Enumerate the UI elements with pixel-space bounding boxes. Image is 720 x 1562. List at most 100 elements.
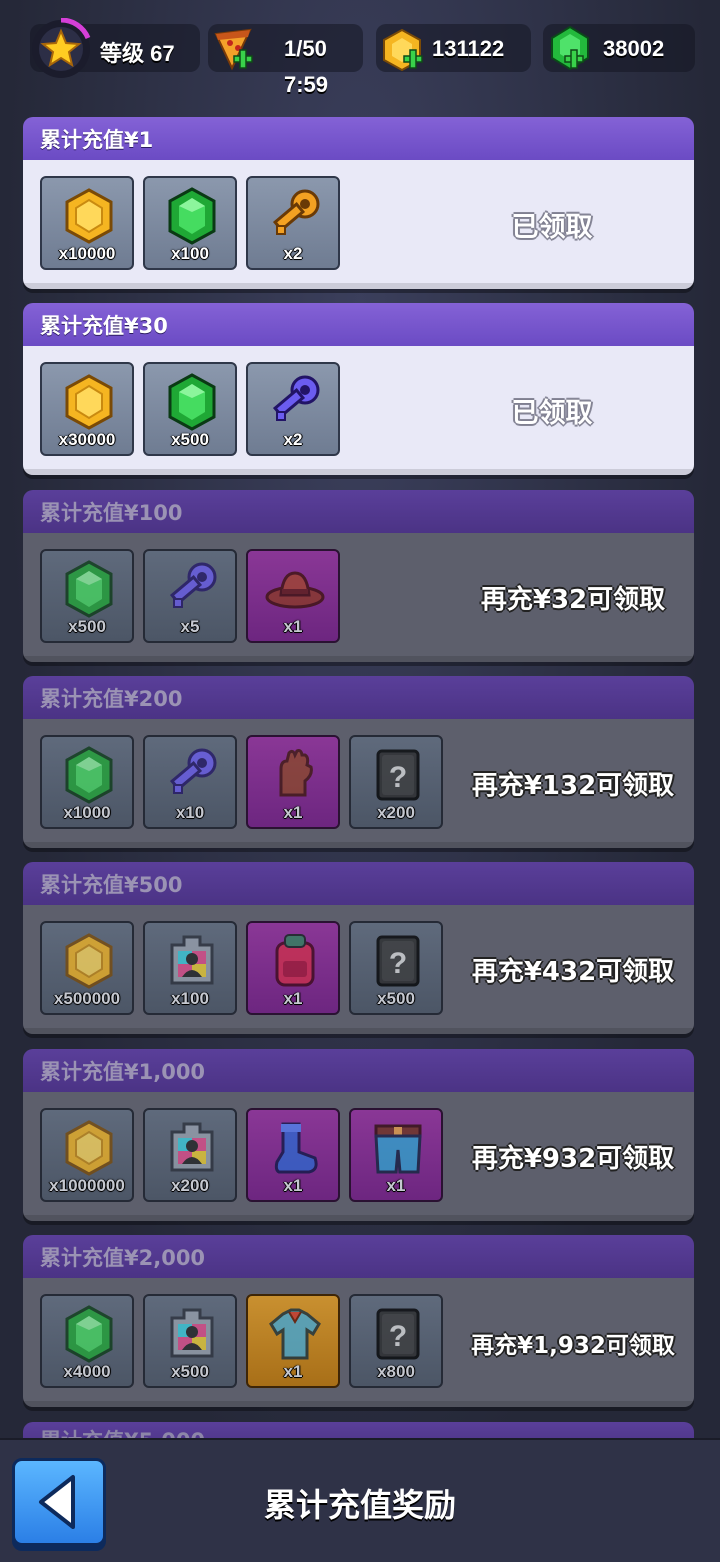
reward-slot[interactable]: x10000 [40,176,134,270]
reward-quantity: x500 [171,1362,209,1381]
requirement-status[interactable]: 再充¥432可领取 [463,905,683,1034]
reward-slot[interactable]: x2 [246,176,340,270]
reward-quantity: x1000 [63,803,111,822]
svg-text:?: ? [389,761,407,794]
reward-quantity: x5 [180,617,200,636]
mystery-card-icon: ? [376,749,420,801]
reward-slot[interactable]: x1 [246,735,340,829]
reward-quantity: x1 [283,989,303,1008]
reward-slot[interactable]: x500 [143,362,237,456]
reward-slot[interactable]: x1 [246,1108,340,1202]
reward-slot[interactable]: ? x800 [349,1294,443,1388]
reward-slot[interactable]: x500 [40,549,134,643]
reward-slot[interactable]: x2 [246,362,340,456]
reward-tier-card: 累计充值¥30 x30000 x500 x2 已领取 [23,303,694,475]
tier-title: 累计充值¥1 [23,117,694,160]
top-resource-bar: 等级 67 1/50 7:59 131122 38002 [0,0,720,100]
reward-quantity: x200 [171,1176,209,1195]
page-title: 累计充值奖励 [263,1486,456,1524]
tier-body: x10000 x100 x2 已领取 [23,160,694,289]
tier-body: x500 x5 x1 再充¥32可领取 [23,533,694,662]
reward-slot[interactable]: ? x500 [349,921,443,1015]
svg-text:?: ? [389,947,407,980]
energy-timer: 7:59 [284,72,329,97]
reward-slot[interactable]: x30000 [40,362,134,456]
purple-key-icon [272,375,320,421]
coin-count: 131122 [432,36,505,61]
boot-icon [274,1122,318,1174]
rainbow-token-icon [170,1122,214,1172]
pants-icon [374,1124,422,1174]
reward-tier-card: 累计充值¥1 x10000 x100 x2 已领取 [23,117,694,289]
tier-title: 累计充值¥100 [23,490,694,533]
gem-icon [65,560,113,618]
reward-quantity: x2 [283,430,303,449]
reward-slot[interactable]: x1 [246,549,340,643]
requirement-status[interactable]: 再充¥32可领取 [463,533,683,662]
reward-quantity: x100 [171,989,209,1008]
svg-text:?: ? [389,1320,407,1353]
tier-body: x1000000 x200 x1 x1 再充¥932可领取 [23,1092,694,1221]
gem-icon [168,373,216,431]
bottom-bar: 累计充值奖励 [0,1438,720,1562]
tier-title: 累计充值¥30 [23,303,694,346]
tier-body: x500000 x100 x1? x500 再充¥432可领取 [23,905,694,1034]
reward-quantity: x10 [175,803,205,822]
reward-quantity: x800 [377,1362,415,1381]
reward-slot[interactable]: ? x200 [349,735,443,829]
reward-slot[interactable]: x500000 [40,921,134,1015]
reward-quantity: x1 [283,617,303,636]
back-arrow-icon [39,1475,75,1529]
reward-quantity: x100 [171,244,209,263]
reward-quantity: x4000 [63,1362,111,1381]
reward-quantity: x500000 [53,989,121,1008]
pizza-energy-add-icon[interactable] [210,26,258,74]
glove-icon [279,749,313,797]
tier-title: 累计充值¥2,000 [23,1235,694,1278]
reward-quantity: x500 [377,989,415,1008]
reward-quantity: x30000 [58,430,116,449]
reward-slot[interactable]: x100 [143,176,237,270]
reward-slot[interactable]: x5 [143,549,237,643]
reward-quantity: x200 [377,803,415,822]
reward-slot[interactable]: x1 [349,1108,443,1202]
coin-icon [65,374,113,430]
reward-quantity: x1 [386,1176,406,1195]
reward-slot[interactable]: x1 [246,921,340,1015]
reward-slot[interactable]: x1000000 [40,1108,134,1202]
reward-tier-card: 累计充值¥500 x500000 x100 x1? x500 再充¥432可领取 [23,862,694,1034]
requirement-status[interactable]: 再充¥932可领取 [463,1092,683,1221]
back-button[interactable] [12,1458,106,1546]
rainbow-token-icon [170,935,214,985]
reward-quantity: x1 [283,1176,303,1195]
tier-body: x1000 x10 x1? x200 再充¥132可领取 [23,719,694,848]
reward-quantity: x10000 [58,244,116,263]
requirement-status[interactable]: 再充¥1,932可领取 [463,1278,683,1407]
reward-slot[interactable]: x100 [143,921,237,1015]
reward-slot[interactable]: x500 [143,1294,237,1388]
reward-slot[interactable]: x1 [246,1294,340,1388]
level-label: 等级 67 [100,41,175,66]
tier-title: 累计充值¥500 [23,862,694,905]
reward-tier-card: 累计充值¥2,000 x4000 x500 x1? x800 再充¥1,932可领取 [23,1235,694,1407]
coin-icon [65,1120,113,1176]
reward-tier-card: 累计充值¥100 x500 x5 x1 再充¥32可领取 [23,490,694,662]
mystery-card-icon: ? [376,1308,420,1360]
gem-add-icon[interactable] [545,24,595,74]
gold-key-icon [272,189,320,235]
requirement-status[interactable]: 再充¥132可领取 [463,719,683,848]
gem-icon [168,187,216,245]
mystery-card-icon: ? [376,935,420,987]
reward-slot[interactable]: x4000 [40,1294,134,1388]
tier-title: 累计充值¥1,000 [23,1049,694,1092]
level-star-icon [32,18,91,78]
reward-quantity: x1000000 [49,1176,125,1195]
reward-quantity: x500 [171,430,209,449]
reward-slot[interactable]: x1000 [40,735,134,829]
coin-add-icon[interactable] [378,26,426,74]
reward-slot[interactable]: x10 [143,735,237,829]
reward-slot[interactable]: x200 [143,1108,237,1202]
reward-quantity: x1 [283,1362,303,1381]
reward-quantity: x1 [283,803,303,822]
reward-tier-card: 累计充值¥1,000 x1000000 x200 x1 x1 再充¥932可领取 [23,1049,694,1221]
